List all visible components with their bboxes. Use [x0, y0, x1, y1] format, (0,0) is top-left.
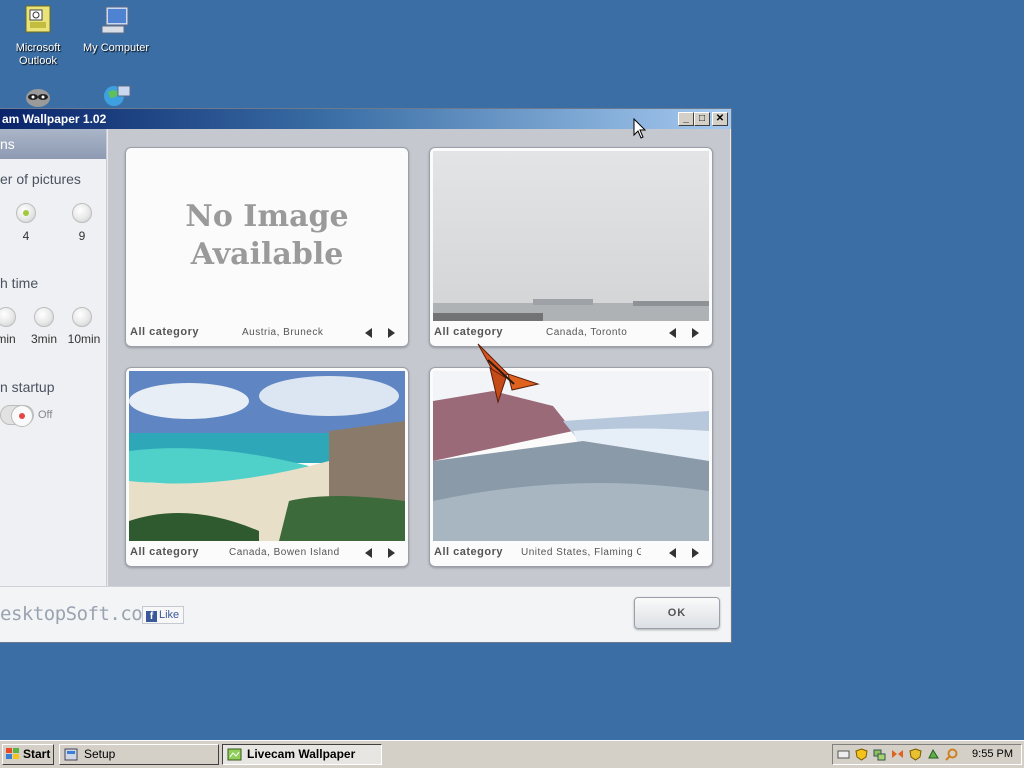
no-image-line: Available [190, 237, 344, 272]
tile-footer: All category United States, Flaming Gorg [430, 542, 712, 566]
outlook-icon [22, 4, 54, 36]
time-option-label: 10min [67, 332, 101, 346]
pictures-option-label: 4 [22, 229, 30, 243]
butterfly-tray-icon[interactable] [891, 748, 904, 761]
time-option-label: 3min [30, 332, 57, 346]
tile-location: Canada, Bowen Island [229, 547, 340, 558]
webcam-tile[interactable]: No Image Available All category Austria, … [125, 147, 409, 347]
livecam-wallpaper-window: am Wallpaper 1.02 _ □ ✕ ns er of picture… [0, 108, 732, 643]
desktop-icon-label: My Computer [82, 42, 150, 54]
desktop-icon-label: Microsoft Outlook [15, 42, 61, 67]
shield-icon[interactable] [855, 748, 868, 761]
prev-arrow-icon[interactable] [669, 328, 676, 338]
tile-location: Austria, Bruneck [242, 327, 324, 338]
webcam-tile[interactable]: All category Canada, Bowen Island [125, 367, 409, 567]
webcam-image: No Image Available [129, 151, 405, 321]
startup-state-text: Off [38, 409, 53, 421]
prev-arrow-icon[interactable] [669, 548, 676, 558]
prev-arrow-icon[interactable] [365, 328, 372, 338]
ok-button[interactable]: OK [634, 597, 720, 629]
options-sidebar: ns er of pictures 4 9 h time min 3min 10… [0, 129, 107, 586]
time-10min-radio[interactable] [72, 307, 92, 327]
minimize-button[interactable]: _ [678, 112, 694, 126]
green-update-icon[interactable] [927, 748, 940, 761]
toggle-knob [11, 405, 33, 427]
start-button[interactable]: Start [2, 744, 54, 765]
windows-logo-icon [6, 748, 19, 759]
webcam-grid: No Image Available All category Austria, … [108, 129, 730, 586]
tile-category[interactable]: All category [434, 326, 503, 338]
no-image-line: No Image [185, 199, 349, 234]
system-tray: 9:55 PM [832, 744, 1022, 765]
prev-arrow-icon[interactable] [365, 548, 372, 558]
facebook-like-button[interactable]: f Like [142, 606, 184, 624]
desktop-icon-my-computer[interactable]: My Computer [78, 4, 154, 55]
brand-link[interactable]: esktopSoft.com [0, 603, 154, 625]
no-image-placeholder: No Image Available [129, 151, 405, 321]
time-option-label: min [0, 332, 16, 346]
like-label: Like [159, 609, 180, 621]
tile-footer: All category Canada, Bowen Island [126, 542, 408, 566]
pictures-option-label: 9 [78, 229, 86, 243]
maximize-button[interactable]: □ [694, 112, 710, 126]
pictures-count-label: er of pictures [0, 171, 81, 187]
webcam-tile[interactable]: All category Canada, Toronto [429, 147, 713, 347]
tile-category[interactable]: All category [130, 326, 199, 338]
startup-label: n startup [0, 379, 55, 395]
refresh-time-label: h time [0, 275, 39, 291]
time-1min-radio[interactable] [0, 307, 16, 327]
taskbar-task-setup[interactable]: Setup [59, 744, 219, 765]
time-3min-radio[interactable] [34, 307, 54, 327]
window-titlebar[interactable]: am Wallpaper 1.02 _ □ ✕ [0, 109, 731, 129]
next-arrow-icon[interactable] [692, 328, 699, 338]
tile-category[interactable]: All category [434, 546, 503, 558]
window-bottom-bar: esktopSoft.com f Like OK [0, 586, 730, 642]
tile-location: United States, Flaming Gorg [521, 547, 641, 558]
tile-location: Canada, Toronto [546, 327, 628, 338]
webcam-image [433, 151, 709, 321]
keyboard-icon[interactable] [837, 748, 850, 761]
start-label: Start [23, 747, 51, 761]
pictures-9-radio[interactable] [72, 203, 92, 223]
pictures-4-radio[interactable] [16, 203, 36, 223]
window-title: am Wallpaper 1.02 [2, 112, 107, 126]
task-label: Livecam Wallpaper [247, 747, 356, 761]
next-arrow-icon[interactable] [692, 548, 699, 558]
desktop-icon-outlook[interactable]: Microsoft Outlook [0, 4, 76, 68]
facebook-icon: f [146, 611, 157, 622]
taskbar: Start Setup Livecam Wallpaper 9:55 PM [0, 740, 1024, 768]
clock[interactable]: 9:55 PM [972, 748, 1013, 760]
mouse-cursor-icon [633, 118, 647, 139]
computer-icon [100, 4, 132, 36]
task-label: Setup [84, 747, 116, 761]
butterfly-icon [477, 343, 540, 404]
livecam-icon [227, 748, 242, 761]
search-icon[interactable] [945, 748, 958, 761]
next-arrow-icon[interactable] [388, 548, 395, 558]
security-shield-icon[interactable] [909, 748, 922, 761]
next-arrow-icon[interactable] [388, 328, 395, 338]
sidebar-header: ns [0, 129, 106, 159]
close-button[interactable]: ✕ [712, 112, 728, 126]
taskbar-task-livecam[interactable]: Livecam Wallpaper [222, 744, 382, 765]
network-icon[interactable] [873, 748, 886, 761]
tile-footer: All category Austria, Bruneck [126, 322, 408, 346]
setup-icon [64, 748, 78, 761]
tile-category[interactable]: All category [130, 546, 199, 558]
webcam-image [129, 371, 405, 541]
startup-toggle[interactable] [0, 405, 34, 427]
